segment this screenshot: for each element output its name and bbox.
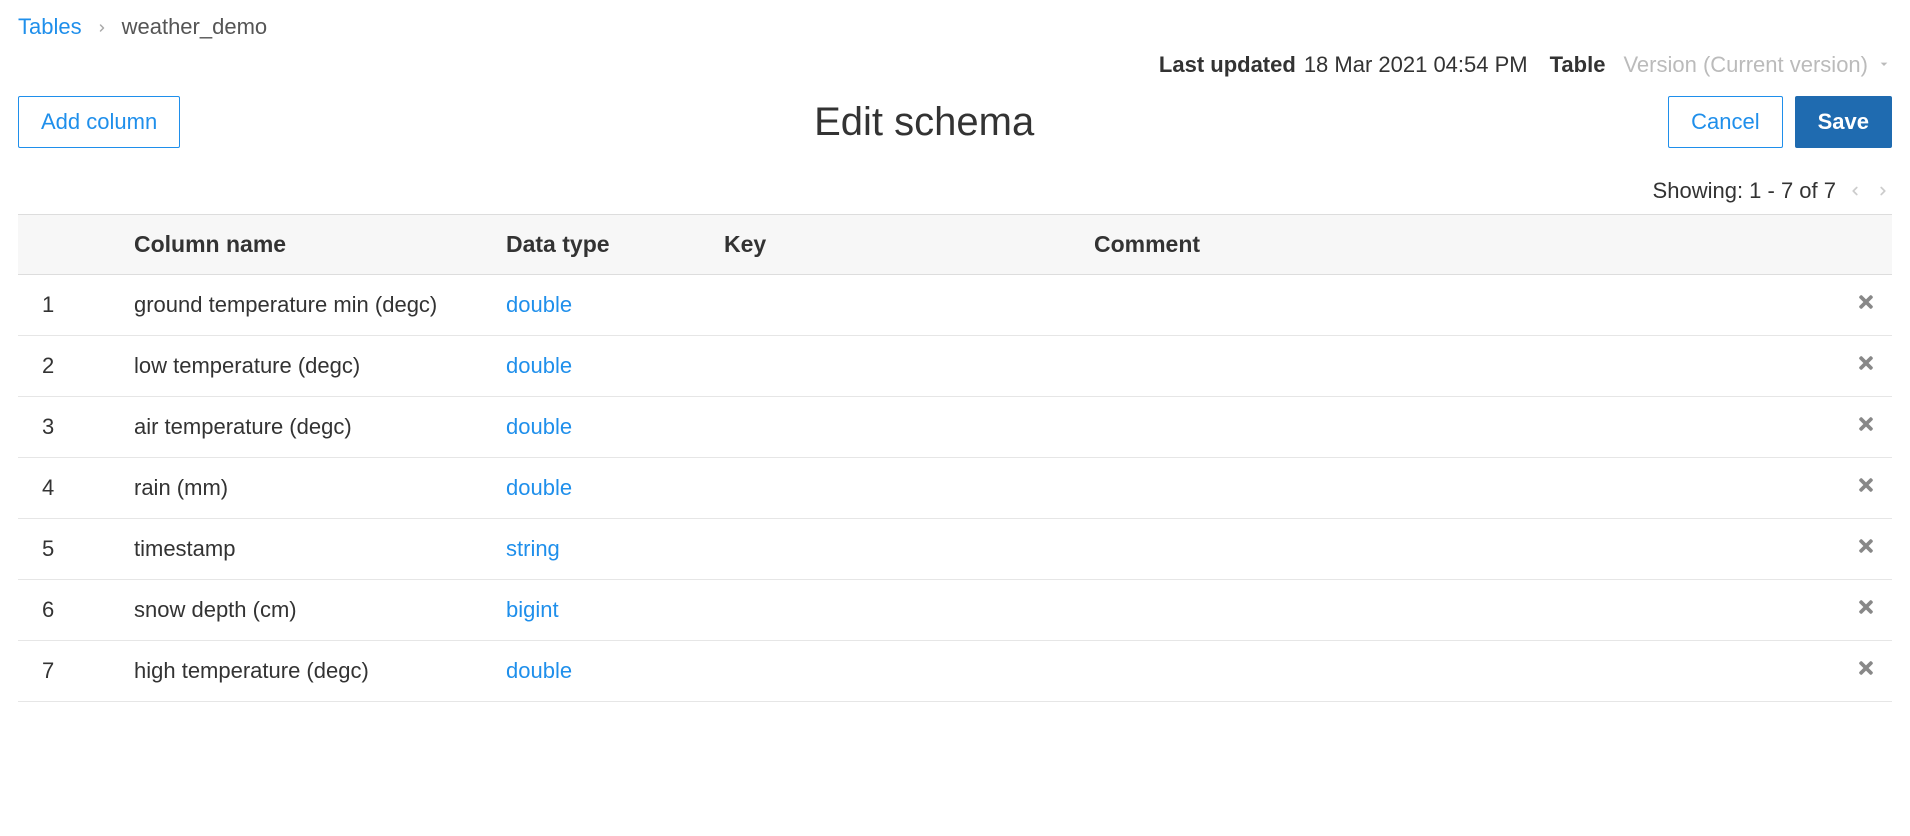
- cancel-button[interactable]: Cancel: [1668, 96, 1782, 148]
- breadcrumb-current: weather_demo: [122, 14, 268, 40]
- table-row: 7high temperature (degc) double: [18, 641, 1892, 702]
- table-row: 3air temperature (degc) double: [18, 397, 1892, 458]
- row-key[interactable]: [708, 580, 1078, 641]
- close-icon: [1856, 352, 1876, 379]
- last-updated-label: Last updated: [1159, 52, 1296, 78]
- header-index: [18, 215, 118, 275]
- header-type: Data type: [490, 215, 708, 275]
- row-type-link[interactable]: bigint: [506, 597, 559, 622]
- row-comment[interactable]: [1078, 580, 1832, 641]
- row-name[interactable]: high temperature (degc): [118, 641, 490, 702]
- row-index: 1: [18, 275, 118, 336]
- row-index: 4: [18, 458, 118, 519]
- header-key: Key: [708, 215, 1078, 275]
- table-header-row: Column name Data type Key Comment: [18, 215, 1892, 275]
- breadcrumb-root-link[interactable]: Tables: [18, 14, 82, 40]
- row-name[interactable]: air temperature (degc): [118, 397, 490, 458]
- row-key[interactable]: [708, 519, 1078, 580]
- delete-row-button[interactable]: [1856, 413, 1876, 440]
- row-name[interactable]: low temperature (degc): [118, 336, 490, 397]
- delete-row-button[interactable]: [1856, 657, 1876, 684]
- header-comment: Comment: [1078, 215, 1832, 275]
- close-icon: [1856, 657, 1876, 684]
- delete-row-button[interactable]: [1856, 535, 1876, 562]
- row-key[interactable]: [708, 336, 1078, 397]
- close-icon: [1856, 474, 1876, 501]
- table-row: 6snow depth (cm) bigint: [18, 580, 1892, 641]
- close-icon: [1856, 413, 1876, 440]
- row-comment[interactable]: [1078, 458, 1832, 519]
- row-type-link[interactable]: double: [506, 658, 572, 683]
- header-meta: Last updated 18 Mar 2021 04:54 PM Table …: [18, 52, 1892, 78]
- row-type-link[interactable]: double: [506, 292, 572, 317]
- row-index: 3: [18, 397, 118, 458]
- row-index: 5: [18, 519, 118, 580]
- row-key[interactable]: [708, 275, 1078, 336]
- pagination-text: Showing: 1 - 7 of 7: [1653, 178, 1836, 204]
- row-comment[interactable]: [1078, 275, 1832, 336]
- table-row: 4rain (mm) double: [18, 458, 1892, 519]
- row-key[interactable]: [708, 397, 1078, 458]
- row-key[interactable]: [708, 458, 1078, 519]
- close-icon: [1856, 291, 1876, 318]
- pagination: Showing: 1 - 7 of 7: [18, 178, 1892, 204]
- last-updated-value: 18 Mar 2021 04:54 PM: [1304, 52, 1528, 78]
- table-row: 1ground temperature min (degc) double: [18, 275, 1892, 336]
- table-row: 2low temperature (degc) double: [18, 336, 1892, 397]
- row-index: 6: [18, 580, 118, 641]
- delete-row-button[interactable]: [1856, 291, 1876, 318]
- row-type-link[interactable]: double: [506, 475, 572, 500]
- row-type-link[interactable]: string: [506, 536, 560, 561]
- row-name[interactable]: snow depth (cm): [118, 580, 490, 641]
- delete-row-button[interactable]: [1856, 596, 1876, 623]
- version-selector[interactable]: Version (Current version): [1623, 52, 1892, 78]
- row-comment[interactable]: [1078, 397, 1832, 458]
- caret-down-icon: [1876, 52, 1892, 78]
- row-type-link[interactable]: double: [506, 353, 572, 378]
- row-name[interactable]: ground temperature min (degc): [118, 275, 490, 336]
- header-actions: [1832, 215, 1892, 275]
- close-icon: [1856, 535, 1876, 562]
- row-name[interactable]: rain (mm): [118, 458, 490, 519]
- close-icon: [1856, 596, 1876, 623]
- header-name: Column name: [118, 215, 490, 275]
- page-title: Edit schema: [180, 100, 1668, 145]
- version-label: Version (Current version): [1623, 52, 1868, 78]
- add-column-button[interactable]: Add column: [18, 96, 180, 148]
- save-button[interactable]: Save: [1795, 96, 1892, 148]
- delete-row-button[interactable]: [1856, 474, 1876, 501]
- row-comment[interactable]: [1078, 519, 1832, 580]
- row-type-link[interactable]: double: [506, 414, 572, 439]
- row-index: 7: [18, 641, 118, 702]
- row-comment[interactable]: [1078, 336, 1832, 397]
- page-next-button[interactable]: [1874, 178, 1892, 204]
- row-index: 2: [18, 336, 118, 397]
- delete-row-button[interactable]: [1856, 352, 1876, 379]
- table-label: Table: [1550, 52, 1606, 78]
- schema-table: Column name Data type Key Comment 1groun…: [18, 214, 1892, 702]
- row-key[interactable]: [708, 641, 1078, 702]
- row-comment[interactable]: [1078, 641, 1832, 702]
- toolbar: Add column Edit schema Cancel Save: [18, 96, 1892, 148]
- page-prev-button[interactable]: [1846, 178, 1864, 204]
- row-name[interactable]: timestamp: [118, 519, 490, 580]
- breadcrumb: Tables weather_demo: [18, 14, 1892, 40]
- table-row: 5timestamp string: [18, 519, 1892, 580]
- chevron-right-icon: [96, 14, 108, 40]
